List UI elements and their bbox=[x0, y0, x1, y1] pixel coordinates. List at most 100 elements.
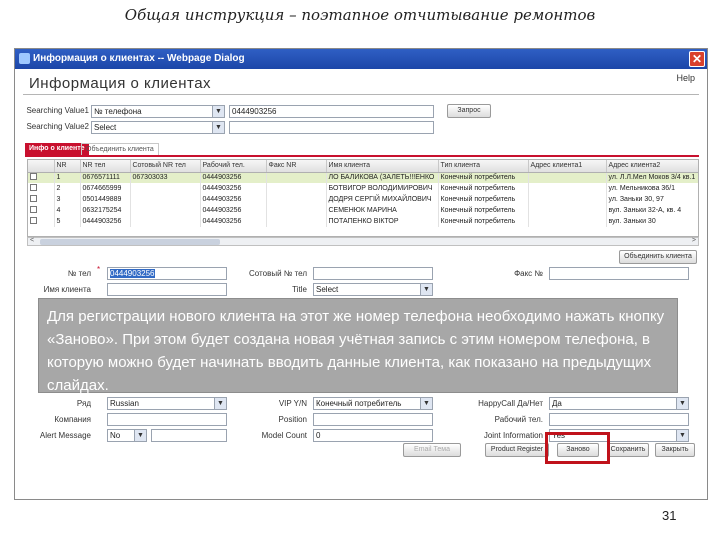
table-row[interactable]: 2 0674665999 0444903256 БОТВИГОР ВОЛОДИМ… bbox=[28, 183, 698, 194]
cell-tel: 0632175254 bbox=[80, 205, 131, 216]
cell-type: Конечный потребитель bbox=[438, 216, 529, 227]
instruction-text: Для регистрации нового клиента на этот ж… bbox=[47, 308, 665, 394]
table-row[interactable]: 1 0676571111 067303033 0444903256 ЛО БАЛ… bbox=[28, 172, 698, 183]
cell-name: ДОДРЯ СЕРГІЙ МИХАЙЛОВИЧ bbox=[326, 194, 439, 205]
cell-name: БОТВИГОР ВОЛОДИМИРОВИЧ bbox=[326, 183, 439, 194]
chevron-down-icon: ▼ bbox=[676, 398, 688, 409]
cell-work: 0444903256 bbox=[200, 194, 267, 205]
cell-mobile bbox=[130, 183, 201, 194]
work-phone-label: Рабочий тел. bbox=[494, 415, 543, 424]
phone-field[interactable]: 0444903256 bbox=[107, 267, 227, 280]
customer-name-field[interactable] bbox=[107, 283, 227, 296]
cell-nr: 1 bbox=[54, 172, 81, 183]
scroll-right-icon[interactable]: > bbox=[692, 237, 696, 244]
tab-customer-info[interactable]: Инфо о клиенте bbox=[25, 143, 89, 155]
mobile-label: Сотовый № тел bbox=[249, 269, 307, 278]
chevron-down-icon: ▼ bbox=[214, 398, 226, 409]
vip-select[interactable]: Конечный потребитель ▼ bbox=[313, 397, 433, 410]
alert-message-label: Alert Message bbox=[39, 431, 91, 440]
horizontal-scrollbar[interactable]: < > bbox=[27, 237, 699, 246]
row-checkbox[interactable] bbox=[30, 217, 37, 224]
searching-value2-input[interactable] bbox=[229, 121, 434, 134]
row-checkbox[interactable] bbox=[30, 206, 37, 213]
save-button[interactable]: Сохранить bbox=[607, 443, 649, 457]
search-button[interactable]: Запрос bbox=[447, 104, 491, 118]
cell-addr2: ул. Мельникова 36/1 bbox=[606, 183, 698, 194]
chevron-down-icon: ▼ bbox=[420, 284, 432, 295]
cell-addr1 bbox=[528, 216, 607, 227]
row-checkbox[interactable] bbox=[30, 173, 37, 181]
alert-message-select[interactable]: No ▼ bbox=[107, 429, 147, 442]
cell-addr1 bbox=[528, 172, 607, 183]
cell-type: Конечный потребитель bbox=[438, 205, 529, 216]
cell-nr: 5 bbox=[54, 216, 81, 227]
column-header[interactable]: Тип клиента bbox=[438, 160, 529, 173]
position-label: Position bbox=[278, 415, 307, 424]
column-header[interactable]: Сотовый NR тел bbox=[130, 160, 201, 173]
email-button[interactable]: Email Тема bbox=[403, 443, 461, 457]
cell-nr: 3 bbox=[54, 194, 81, 205]
mobile-field[interactable] bbox=[313, 267, 433, 280]
chevron-down-icon: ▼ bbox=[676, 430, 688, 441]
happycall-select[interactable]: Да ▼ bbox=[549, 397, 689, 410]
row-checkbox[interactable] bbox=[30, 184, 37, 191]
scroll-thumb[interactable] bbox=[40, 239, 220, 245]
table-row[interactable]: 3 0501449889 0444903256 ДОДРЯ СЕРГІЙ МИХ… bbox=[28, 194, 698, 205]
title-select[interactable]: Select ▼ bbox=[313, 283, 433, 296]
cell-work: 0444903256 bbox=[200, 216, 267, 227]
table-row[interactable]: 4 0632175254 0444903256 СЕМЕНЮК МАРИНА К… bbox=[28, 205, 698, 216]
window-titlebar: Информация о клиентах -- Webpage Dialog … bbox=[15, 49, 707, 69]
column-header[interactable]: Имя клиента bbox=[326, 160, 439, 173]
product-register-button[interactable]: Product Register bbox=[485, 443, 549, 457]
column-header[interactable]: Адрес клиента2 bbox=[606, 160, 698, 173]
company-field[interactable] bbox=[107, 413, 227, 426]
cell-work: 0444903256 bbox=[200, 183, 267, 194]
customer-name-label: Имя клиента bbox=[43, 285, 91, 294]
searching-value2-select[interactable]: Select ▼ bbox=[91, 121, 225, 134]
cell-fax bbox=[266, 205, 327, 216]
required-marker: * bbox=[97, 265, 101, 274]
searching-value1-label: Searching Value1 bbox=[26, 106, 89, 115]
column-header[interactable]: Факс NR bbox=[266, 160, 327, 173]
cell-type: Конечный потребитель bbox=[438, 172, 529, 183]
chevron-down-icon: ▼ bbox=[134, 430, 146, 441]
fax-field[interactable] bbox=[549, 267, 689, 280]
tab-merge-customer[interactable]: Объединить клиента bbox=[81, 143, 159, 155]
scroll-left-icon[interactable]: < bbox=[30, 237, 34, 244]
column-header[interactable]: Рабочий тел. bbox=[200, 160, 267, 173]
searching-value1-select[interactable]: № телефона ▼ bbox=[91, 105, 225, 118]
cell-addr2: ул. Заньки 30, 97 bbox=[606, 194, 698, 205]
vip-select-text: Конечный потребитель bbox=[316, 399, 402, 408]
cell-fax bbox=[266, 194, 327, 205]
phone-label: № тел bbox=[67, 269, 91, 278]
title-label: Title bbox=[292, 285, 307, 294]
merge-customer-button[interactable]: Объединить клиента bbox=[619, 250, 697, 264]
phone-field-value: 0444903256 bbox=[110, 269, 155, 278]
column-header[interactable]: Адрес клиента1 bbox=[528, 160, 607, 173]
close-icon[interactable]: ✕ bbox=[689, 51, 705, 67]
table-header-row: NR NR тел Сотовый NR тел Рабочий тел. Фа… bbox=[28, 160, 698, 173]
cell-work: 0444903256 bbox=[200, 172, 267, 183]
row-label: Ряд bbox=[76, 399, 91, 408]
cell-addr2: вул. Заньки 32-А, кв. 4 bbox=[606, 205, 698, 216]
work-phone-field[interactable] bbox=[549, 413, 689, 426]
column-header[interactable]: NR тел bbox=[80, 160, 131, 173]
searching-value1-input[interactable]: 0444903256 bbox=[229, 105, 434, 118]
help-link[interactable]: Help bbox=[676, 73, 695, 83]
cell-addr1 bbox=[528, 183, 607, 194]
cell-work: 0444903256 bbox=[200, 205, 267, 216]
table-row[interactable]: 5 0444903256 0444903256 ПОТАПЕНКО ВІКТОР… bbox=[28, 216, 698, 227]
cell-tel: 0444903256 bbox=[80, 216, 131, 227]
close-button[interactable]: Закрыть bbox=[655, 443, 695, 457]
divider bbox=[23, 94, 699, 95]
searching-value2-label: Searching Value2 bbox=[26, 122, 89, 131]
instruction-callout: Для регистрации нового клиента на этот ж… bbox=[38, 298, 678, 394]
cell-fax bbox=[266, 172, 327, 183]
column-header[interactable]: NR bbox=[54, 160, 81, 173]
row-checkbox[interactable] bbox=[30, 195, 37, 202]
alert-message-field[interactable] bbox=[151, 429, 227, 442]
row-select[interactable]: Russian ▼ bbox=[107, 397, 227, 410]
cell-type: Конечный потребитель bbox=[438, 183, 529, 194]
chevron-down-icon: ▼ bbox=[212, 122, 224, 133]
position-field[interactable] bbox=[313, 413, 433, 426]
